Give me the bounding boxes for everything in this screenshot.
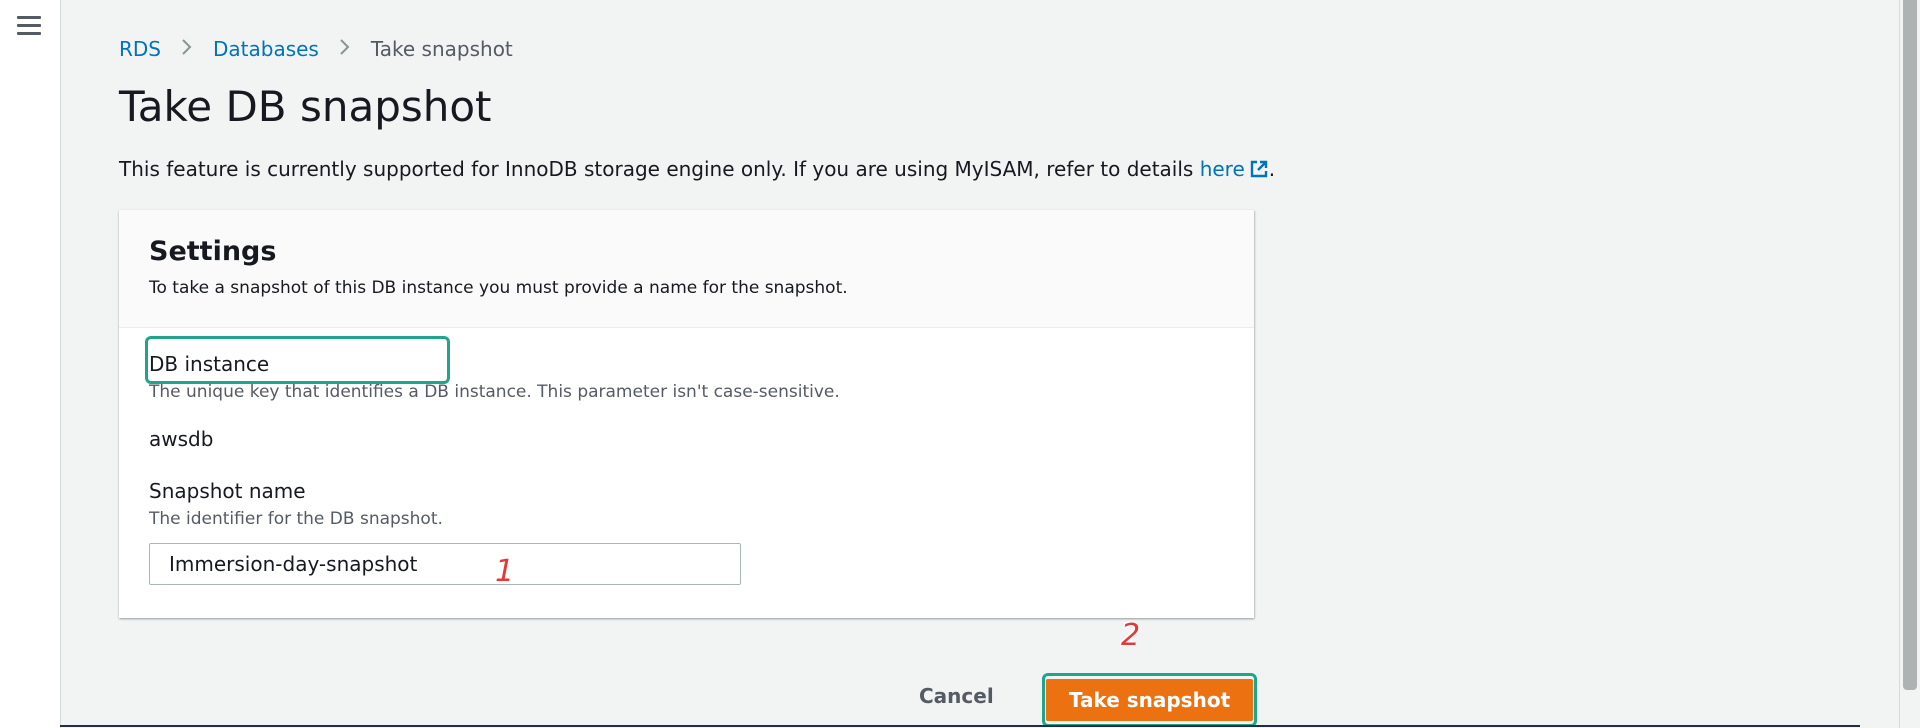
step1-number: 1 <box>495 554 515 589</box>
breadcrumb: RDS Databases Take snapshot <box>119 37 513 61</box>
snapshot-name-description: The identifier for the DB snapshot. <box>149 509 443 529</box>
db-instance-value: awsdb <box>149 427 214 451</box>
cancel-button[interactable]: Cancel <box>919 684 994 708</box>
chevron-right-icon <box>339 37 351 61</box>
db-instance-description: The unique key that identifies a DB inst… <box>149 382 840 402</box>
notice-end: . <box>1268 157 1276 181</box>
side-navigation-rail <box>0 0 61 728</box>
snapshot-name-label: Snapshot name <box>149 479 306 503</box>
innodb-notice: This feature is currently supported for … <box>119 157 1275 184</box>
db-instance-label: DB instance <box>149 352 270 376</box>
breadcrumb-rds[interactable]: RDS <box>119 37 161 61</box>
scrollbar-thumb[interactable] <box>1903 0 1917 690</box>
footer-divider <box>60 725 1860 727</box>
snapshot-name-input[interactable] <box>149 543 741 585</box>
breadcrumb-current: Take snapshot <box>370 37 513 61</box>
step2-number: 2 <box>1121 618 1141 653</box>
details-link-label: here <box>1199 157 1245 181</box>
settings-header: Settings To take a snapshot of this DB i… <box>119 210 1254 328</box>
details-link[interactable]: here <box>1200 157 1269 181</box>
chevron-right-icon <box>181 37 193 61</box>
vertical-scrollbar[interactable] <box>1899 0 1920 728</box>
settings-title: Settings <box>149 236 277 267</box>
external-link-icon <box>1249 159 1269 184</box>
breadcrumb-databases[interactable]: Databases <box>213 37 319 61</box>
take-snapshot-button[interactable]: Take snapshot <box>1046 679 1253 721</box>
hamburger-menu-icon[interactable] <box>17 16 41 36</box>
page-title: Take DB snapshot <box>119 82 492 131</box>
notice-text: This feature is currently supported for … <box>119 157 1200 181</box>
settings-description: To take a snapshot of this DB instance y… <box>149 278 848 298</box>
settings-panel: Settings To take a snapshot of this DB i… <box>119 210 1254 618</box>
